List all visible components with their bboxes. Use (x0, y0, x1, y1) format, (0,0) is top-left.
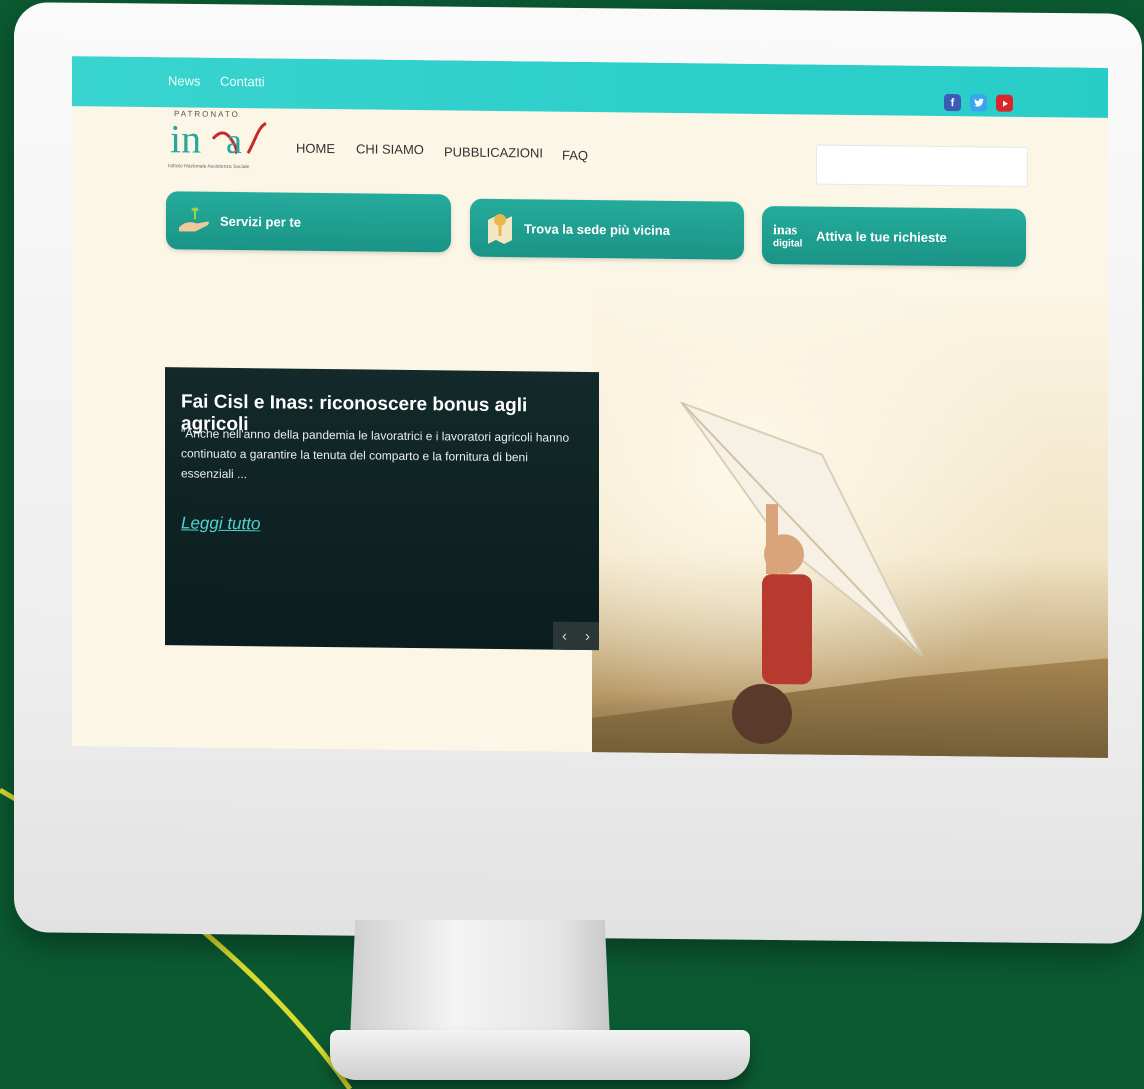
logo-tagline: Istituto Nazionale Assistenza Sociale (168, 163, 250, 171)
find-office-button[interactable]: Trova la sede più vicina (470, 198, 744, 260)
nav-chi-siamo[interactable]: CHI SIAMO (356, 141, 424, 157)
nav-home[interactable]: HOME (296, 141, 335, 156)
svg-text:in: in (170, 118, 201, 159)
services-label: Servizi per te (220, 213, 301, 230)
topbar-link-contatti[interactable]: Contatti (220, 74, 265, 90)
activate-requests-button[interactable]: inas digital Attiva le tue richieste (762, 205, 1026, 267)
find-office-label: Trova la sede più vicina (524, 220, 670, 238)
chevron-right-icon[interactable]: › (585, 627, 590, 644)
chevron-left-icon[interactable]: ‹ (562, 627, 567, 644)
svg-text:digital: digital (773, 238, 803, 249)
activate-requests-label: Attiva le tue richieste (816, 228, 947, 245)
child-image (732, 503, 812, 744)
search-input[interactable] (816, 144, 1028, 187)
topbar-link-news[interactable]: News (168, 73, 201, 88)
inas-digital-logo: inas digital (770, 218, 812, 252)
hand-plant-icon (174, 203, 216, 237)
news-excerpt: "Anche nell'anno della pandemia le lavor… (181, 426, 570, 482)
nav-pubblicazioni[interactable]: PUBBLICAZIONI (444, 144, 543, 160)
read-more-link[interactable]: Leggi tutto (181, 513, 260, 534)
twitter-icon[interactable] (970, 94, 987, 112)
youtube-icon[interactable] (996, 94, 1013, 112)
monitor-stand (350, 920, 610, 1040)
svg-text:inas: inas (773, 223, 798, 238)
top-bar: News Contatti f (72, 56, 1108, 118)
nav-faq[interactable]: FAQ (562, 148, 588, 163)
facebook-icon[interactable]: f (944, 94, 961, 112)
inas-wordmark: in a (170, 116, 267, 162)
services-button[interactable]: Servizi per te (166, 191, 451, 253)
svg-text:a: a (226, 121, 242, 159)
inas-logo[interactable]: PATRONATO in a Istituto Nazionale Assist… (168, 109, 278, 172)
monitor-stand-base (330, 1030, 750, 1080)
slider-controls: ‹ › (553, 621, 599, 651)
website-screen: News Contatti f PATRONATO in a Istituto … (72, 56, 1108, 758)
map-pin-icon (478, 211, 520, 245)
news-slider: Fai Cisl e Inas: riconoscere bonus agli … (165, 367, 599, 651)
